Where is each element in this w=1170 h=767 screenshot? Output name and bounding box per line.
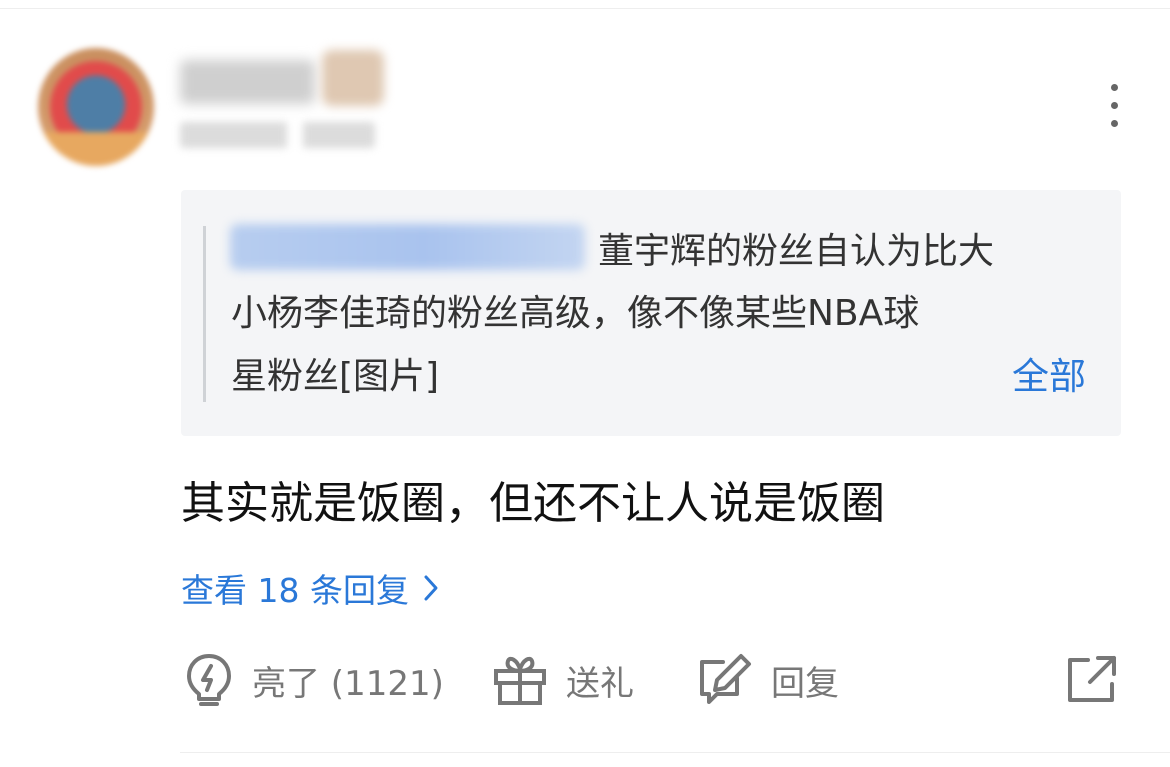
- share-button[interactable]: [1064, 650, 1120, 710]
- view-replies-link[interactable]: 查看 18 条回复: [181, 566, 439, 610]
- user-meta-redacted: [180, 122, 375, 148]
- reply-button[interactable]: 回复: [697, 650, 839, 710]
- gift-button[interactable]: 送礼: [492, 650, 634, 710]
- username-redacted[interactable]: [180, 60, 315, 104]
- view-replies-label: 查看 18 条回复: [181, 571, 409, 610]
- top-divider: [0, 8, 1170, 9]
- reply-label: 回复: [771, 663, 839, 704]
- user-badge-redacted: [322, 50, 384, 106]
- like-button[interactable]: 亮了 (1121): [184, 650, 444, 710]
- more-vertical-icon-dot: [1111, 102, 1118, 109]
- edit-reply-icon: [700, 654, 751, 704]
- quoted-text-line-1: 董宇辉的粉丝自认为比大: [598, 231, 995, 272]
- expand-full-link[interactable]: 全部: [1012, 355, 1086, 399]
- share-icon: [1068, 656, 1116, 702]
- more-vertical-icon-dot: [1111, 84, 1118, 91]
- chevron-right-icon: [424, 575, 438, 601]
- more-options-button[interactable]: [1096, 82, 1132, 130]
- bottom-divider: [180, 752, 1170, 753]
- quoted-text-line-3: 星粉丝[图片]: [231, 356, 440, 397]
- quoted-text-line-2: 小杨李佳琦的粉丝高级，像不像某些NBA球: [231, 293, 920, 334]
- gift-icon: [494, 656, 546, 705]
- comment-text: 其实就是饭圈，但还不让人说是饭圈: [181, 478, 885, 529]
- more-vertical-icon-dot: [1111, 120, 1118, 127]
- like-count-label: 亮了 (1121): [252, 663, 444, 704]
- gift-label: 送礼: [566, 663, 634, 704]
- avatar[interactable]: [38, 48, 154, 166]
- quoted-author-redacted[interactable]: [230, 224, 585, 270]
- quote-bar: [203, 226, 206, 402]
- lightbulb-icon: [187, 654, 231, 706]
